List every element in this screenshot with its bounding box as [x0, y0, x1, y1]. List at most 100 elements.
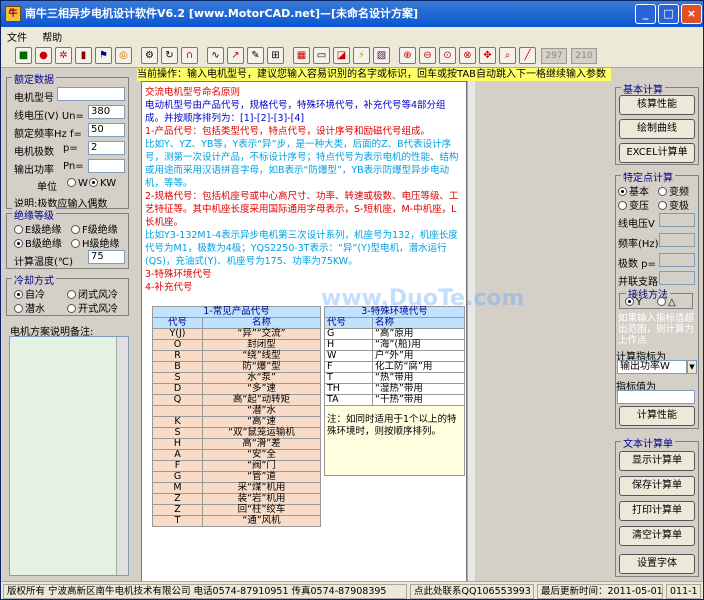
brush-icon[interactable]: ╱: [519, 47, 536, 64]
unit-w-radio[interactable]: W: [67, 178, 88, 189]
table-b-col2: 名称: [372, 317, 465, 329]
table-row: A “安”全: [152, 449, 321, 461]
unit-kw-radio[interactable]: KW: [89, 178, 116, 189]
zoom-reset-icon[interactable]: ⊗: [459, 47, 476, 64]
notes-textarea[interactable]: [9, 336, 129, 576]
special-poles-radio[interactable]: 变极: [658, 197, 689, 212]
model-input[interactable]: [57, 87, 125, 101]
main-window: 牛 南牛三相异步电机设计软件V6.2 [www.MotorCAD.net]—[未…: [0, 0, 704, 600]
target-icon[interactable]: ◎: [115, 47, 132, 64]
special-poles-input[interactable]: [659, 253, 695, 267]
ruler-icon[interactable]: ⊞: [267, 47, 284, 64]
doc-paragraph-6: 3-特殊环境代号: [145, 269, 212, 280]
temp-input[interactable]: 75: [88, 250, 125, 264]
minimize-button[interactable]: _: [635, 4, 656, 24]
special-voltage-input[interactable]: [659, 213, 695, 227]
motor-icon[interactable]: ⚙: [141, 47, 158, 64]
wave-icon[interactable]: ∿: [207, 47, 224, 64]
search-icon[interactable]: ⌕: [499, 47, 516, 64]
special-parallel-input[interactable]: [659, 271, 695, 285]
freq-input[interactable]: 50: [88, 123, 125, 137]
graph-icon[interactable]: ◪: [333, 47, 350, 64]
table-row: H “海”(船)用: [324, 339, 465, 351]
winding-delta-radio[interactable]: △: [657, 297, 676, 308]
power-label: 输出功率: [14, 165, 54, 176]
radio-checked-icon: [89, 178, 98, 187]
special-freq-input[interactable]: [659, 233, 695, 247]
table-a-col2: 名称: [202, 317, 321, 329]
cooling-open-radio[interactable]: 开式风冷: [67, 300, 118, 315]
save-icon[interactable]: ■: [15, 47, 32, 64]
special-freq-label: 频率(Hz): [618, 239, 659, 250]
status-bar: 版权所有 宁波高新区南牛电机技术有限公司 电话0574-87910951 传真0…: [1, 581, 703, 599]
move-icon[interactable]: ✥: [479, 47, 496, 64]
target-value-input[interactable]: [617, 390, 695, 404]
special-voltage-label: 线电压V: [618, 219, 655, 230]
toolbar: ■ ● ✲ ▮ ⚑ ◎ ⚙ ↻ ∩ ∿ ↗ ✎ ⊞ ▦ ▭ ◪ ⚡ ▧ ⊕ ⊖ …: [1, 44, 703, 68]
close-button[interactable]: ×: [681, 4, 702, 24]
power-input[interactable]: [88, 159, 125, 173]
radio-icon: [14, 225, 23, 234]
zoom-out-icon[interactable]: ⊖: [419, 47, 436, 64]
special-voltage-radio[interactable]: 变压: [618, 197, 649, 212]
page-width-input[interactable]: 297: [541, 48, 567, 64]
check-performance-button[interactable]: 核算性能: [619, 95, 695, 115]
poles-input[interactable]: 2: [88, 141, 125, 155]
document-scrollbar[interactable]: [467, 81, 475, 585]
doc-heading: 交流电机型号命名原则: [145, 87, 241, 98]
cooling-closed-radio[interactable]: 闭式风冷: [67, 286, 118, 301]
calc-performance-button[interactable]: 计算性能: [619, 406, 695, 426]
voltage-input[interactable]: 380: [88, 105, 125, 119]
cooling-submerged-radio[interactable]: 潜水: [14, 300, 45, 315]
insulation-b-radio[interactable]: B级绝缘: [14, 235, 62, 250]
print-calc-button[interactable]: 打印计算单: [619, 501, 695, 521]
chevron-down-icon[interactable]: ▼: [687, 360, 697, 374]
special-basic-radio[interactable]: 基本: [618, 183, 649, 198]
insulation-h-radio[interactable]: H级绝缘: [71, 235, 120, 250]
pen-icon[interactable]: ✎: [247, 47, 264, 64]
power-pn-label: Pn=: [63, 161, 84, 172]
gear-icon[interactable]: ✲: [55, 47, 72, 64]
table-row: G “高”原用: [324, 328, 465, 340]
lightning-icon[interactable]: ⚡: [353, 47, 370, 64]
zoom-in-icon[interactable]: ⊕: [399, 47, 416, 64]
panel-icon[interactable]: ▦: [293, 47, 310, 64]
product-code-table: 1-常见产品代号 代号 名称 Y(J) “异”“交流” O 封闭型 R “绕”线型 B防…: [152, 306, 321, 527]
page-height-input[interactable]: 210: [571, 48, 597, 64]
special-freq-radio[interactable]: 变频: [658, 183, 689, 198]
chart-icon[interactable]: ↗: [227, 47, 244, 64]
table-row: Z 装“岩”机用: [152, 493, 321, 505]
show-calc-button[interactable]: 显示计算单: [619, 451, 695, 471]
table-row: T “通”风机: [152, 515, 321, 527]
cycle-icon[interactable]: ↻: [161, 47, 178, 64]
insulation-e-radio[interactable]: E级绝缘: [14, 221, 61, 236]
stop-icon[interactable]: ●: [35, 47, 52, 64]
insulation-f-radio[interactable]: F级绝缘: [71, 221, 118, 236]
book-icon[interactable]: ▮: [75, 47, 92, 64]
contact-link[interactable]: 点此处联系QQ106553993: [410, 584, 534, 599]
save-calc-button[interactable]: 保存计算单: [619, 476, 695, 496]
special-poles-label: 极数 p=: [618, 259, 656, 270]
notes-scrollbar[interactable]: [116, 337, 128, 575]
freq-label: 额定频率Hz f=: [14, 129, 82, 140]
set-font-button[interactable]: 设置字体: [619, 554, 695, 574]
rated-data-title: 额定数据: [12, 71, 56, 86]
display-icon[interactable]: ▭: [313, 47, 330, 64]
zoom-fit-icon[interactable]: ⊙: [439, 47, 456, 64]
temp-label: 计算温度(℃): [14, 257, 74, 268]
winding-y-radio[interactable]: Y: [625, 297, 642, 308]
table-row: D “多”速: [152, 383, 321, 395]
cooling-self-radio[interactable]: 自冷: [14, 286, 45, 301]
spectrum-icon[interactable]: ▧: [373, 47, 390, 64]
special-calc-title: 特定点计算: [621, 169, 675, 184]
draw-curve-button[interactable]: 绘制曲线: [619, 119, 695, 139]
basic-calc-title: 基本计算: [621, 81, 665, 96]
insulation-title: 绝缘等级: [12, 207, 56, 222]
excel-calc-button[interactable]: EXCEL计算单: [619, 143, 695, 163]
flag-icon[interactable]: ⚑: [95, 47, 112, 64]
magnet-icon[interactable]: ∩: [181, 47, 198, 64]
table-b-col1: 代号: [324, 317, 373, 329]
clear-calc-button[interactable]: 清空计算单: [619, 526, 695, 546]
target-select[interactable]: 输出功率W: [617, 360, 687, 374]
maximize-button[interactable]: □: [658, 4, 679, 24]
